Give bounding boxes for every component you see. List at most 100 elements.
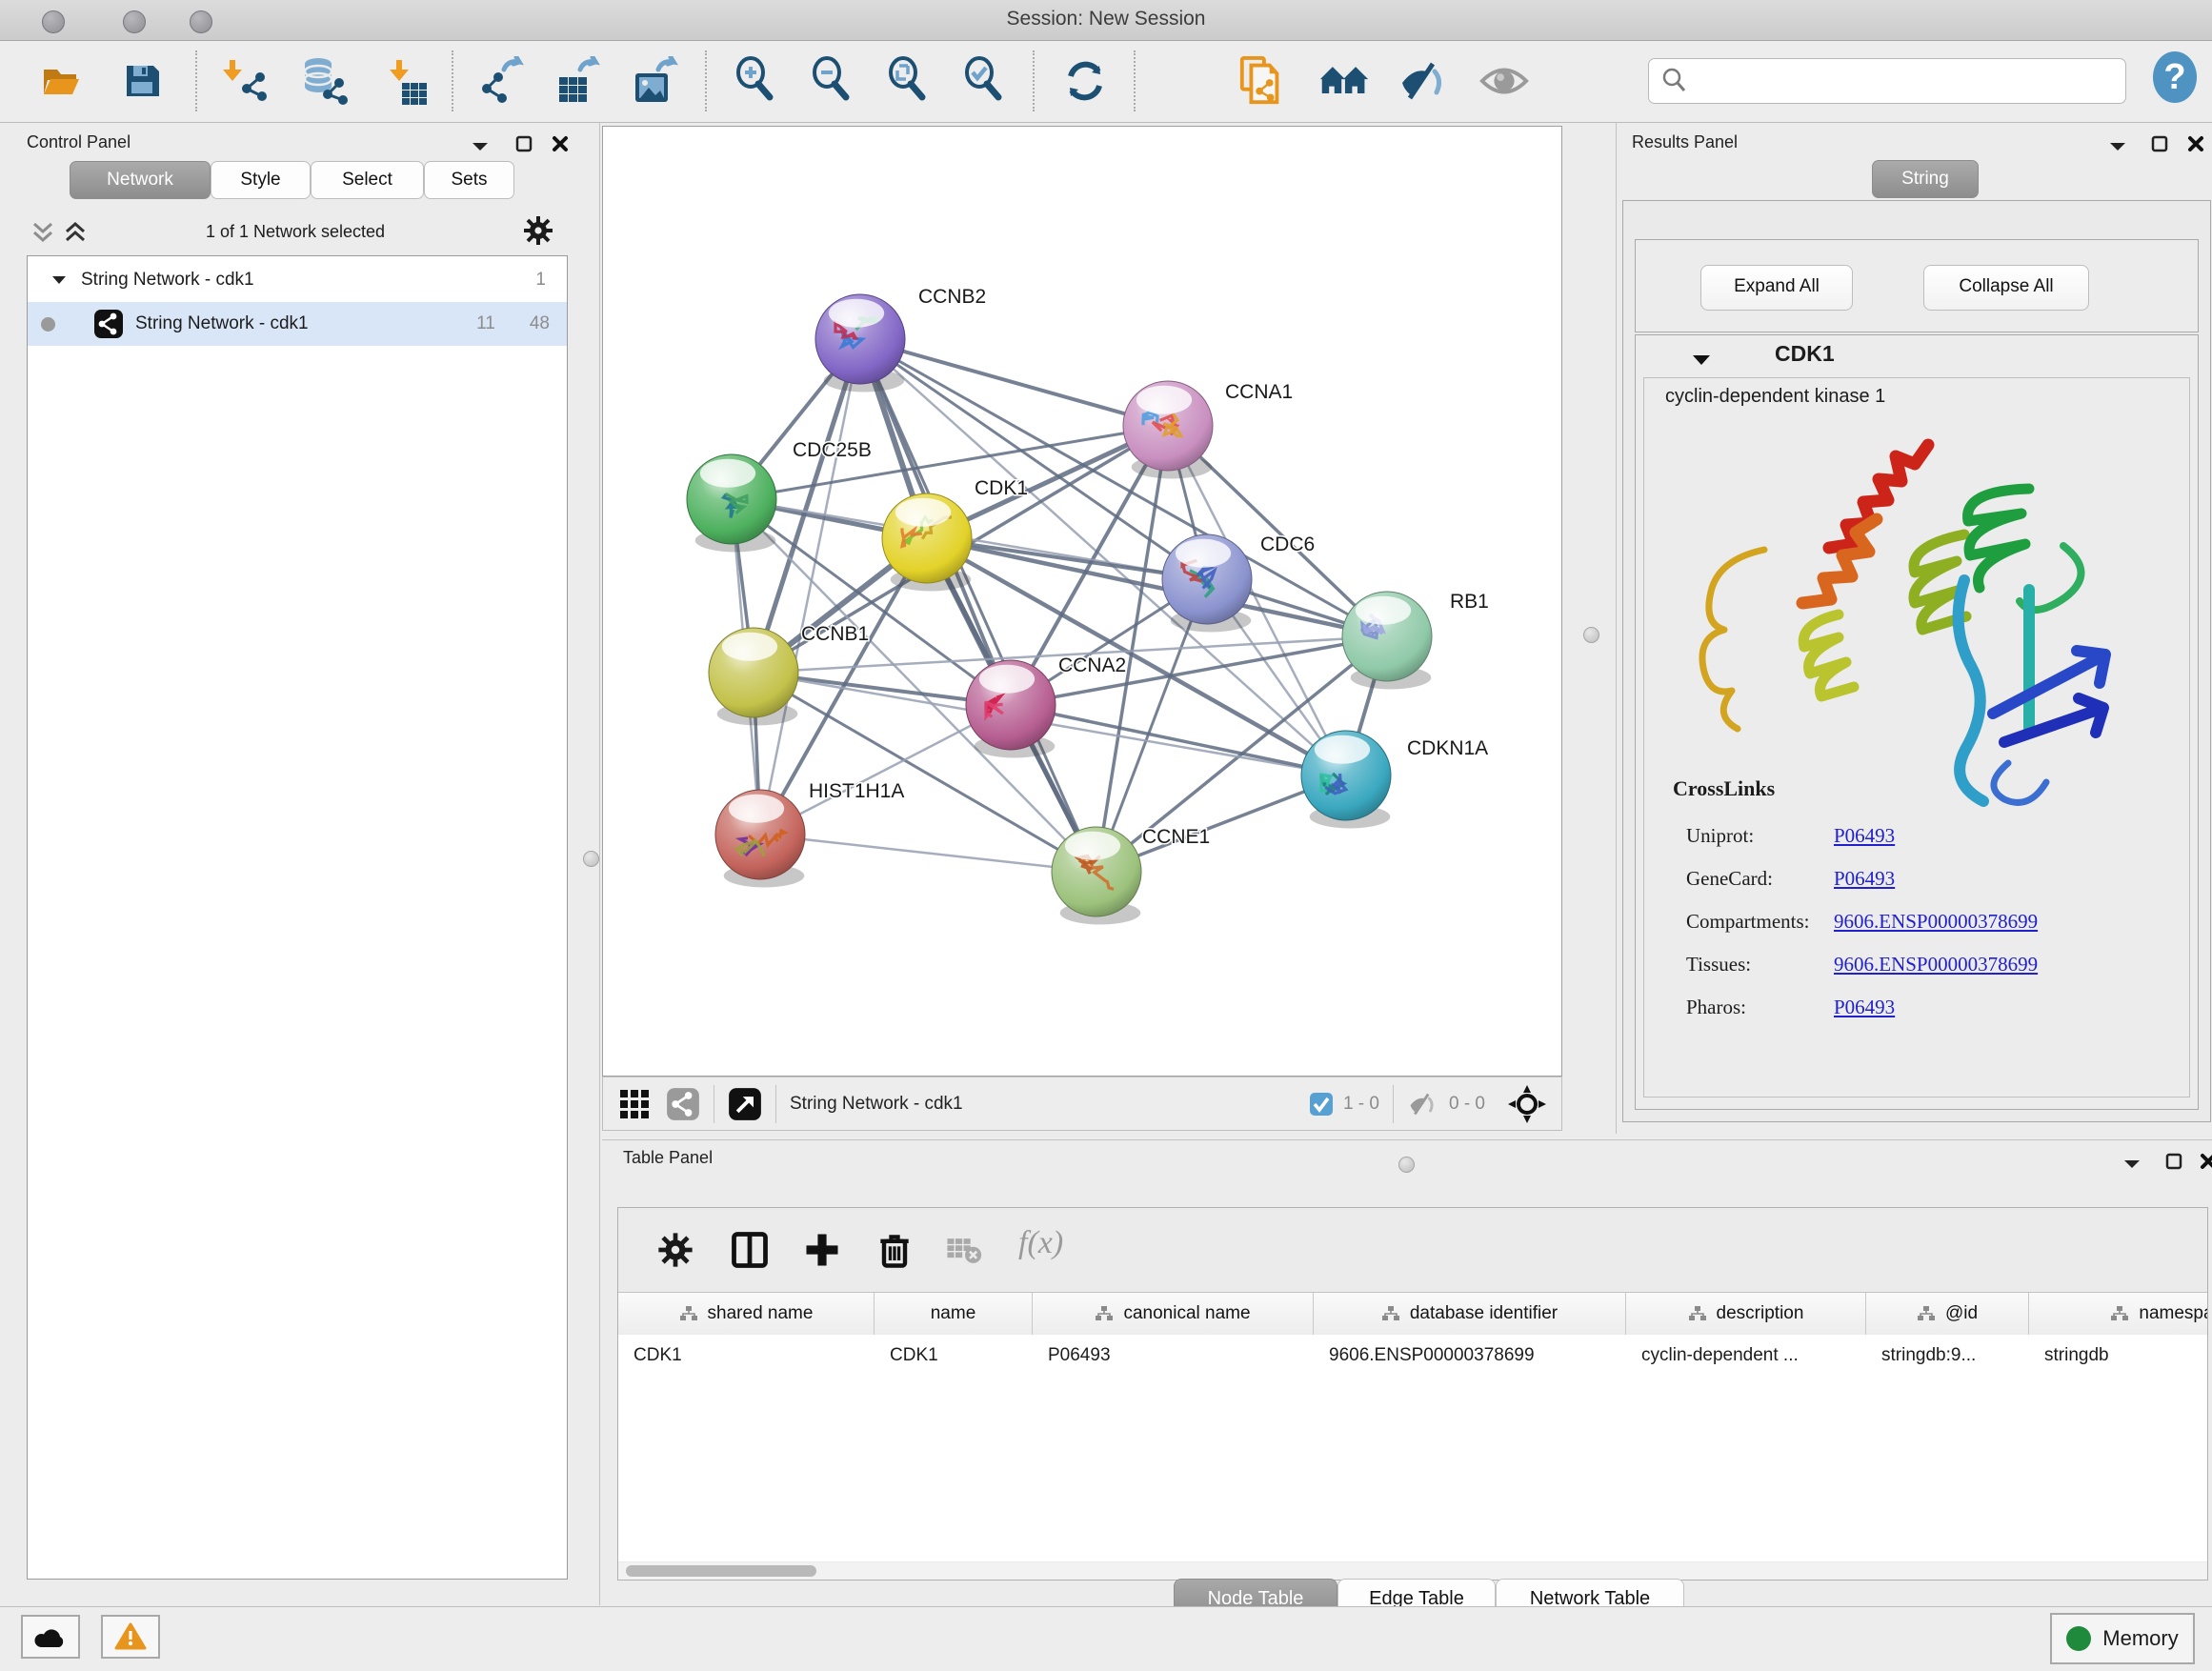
birds-eye-view-icon[interactable]	[728, 1087, 762, 1121]
hide-panel-button[interactable]	[1398, 54, 1450, 108]
network-node-ccnb2[interactable]	[815, 294, 905, 392]
warning-status-button[interactable]	[101, 1615, 160, 1659]
zoom-in-button[interactable]	[730, 54, 781, 108]
panel-close-icon[interactable]	[2186, 134, 2205, 153]
delete-column-icon[interactable]	[874, 1229, 915, 1271]
network-node-ccna1[interactable]	[1123, 381, 1213, 478]
network-edge[interactable]	[1011, 705, 1346, 775]
selected-nodes-checkbox[interactable]	[1309, 1092, 1334, 1117]
network-graph[interactable]: CCNB2CCNA1CDC25BCDK1CDC6RB1CCNB1CCNA2CDK…	[603, 127, 1561, 1076]
splitter-handle[interactable]	[1583, 627, 1599, 643]
export-image-button[interactable]	[629, 54, 680, 108]
table-cell[interactable]: stringdb:9...	[1866, 1335, 2029, 1377]
show-panel-button[interactable]	[1478, 54, 1530, 108]
table-cell[interactable]: P06493	[1033, 1335, 1314, 1377]
cloud-status-button[interactable]	[21, 1615, 80, 1659]
crosslink-value-link[interactable]: 9606.ENSP00000378699	[1834, 910, 2038, 934]
splitter-handle[interactable]	[1398, 1157, 1415, 1173]
network-canvas[interactable]: CCNB2CCNA1CDC25BCDK1CDC6RB1CCNB1CCNA2CDK…	[602, 126, 1562, 1077]
fit-selected-crosshair-icon[interactable]	[1506, 1083, 1548, 1125]
clone-network-button[interactable]	[1237, 54, 1288, 108]
refresh-button[interactable]	[1059, 54, 1111, 108]
search-input[interactable]	[1691, 70, 2125, 92]
column-header-database-identifier[interactable]: database identifier	[1314, 1293, 1626, 1335]
panel-float-icon[interactable]	[2164, 1152, 2183, 1171]
network-status-dot	[41, 317, 55, 332]
splitter-handle[interactable]	[583, 851, 599, 867]
network-edge[interactable]	[760, 835, 1096, 872]
network-node-ccne1[interactable]	[1052, 827, 1141, 924]
table-cell[interactable]: stringdb	[2029, 1335, 2207, 1377]
column-header-shared-name[interactable]: shared name	[618, 1293, 875, 1335]
network-collection-row[interactable]: String Network - cdk1 1	[28, 258, 567, 302]
import-table-button[interactable]	[379, 54, 431, 108]
add-column-icon[interactable]	[801, 1229, 843, 1271]
collapse-all-button[interactable]: Collapse All	[1923, 265, 2089, 311]
tab-string-results[interactable]: String	[1872, 160, 1979, 198]
panel-float-icon[interactable]	[514, 134, 533, 153]
table-cell[interactable]: CDK1	[875, 1335, 1033, 1377]
network-node-rb1[interactable]	[1342, 592, 1432, 689]
zoom-fit-button[interactable]	[882, 54, 934, 108]
panel-collapse-icon[interactable]	[2108, 140, 2127, 153]
export-network-button[interactable]	[476, 54, 528, 108]
tab-style[interactable]: Style	[211, 161, 311, 199]
column-tree-icon	[2110, 1305, 2129, 1322]
crosslink-value-link[interactable]: P06493	[1834, 867, 1895, 891]
panel-float-icon[interactable]	[2150, 134, 2169, 153]
gear-icon[interactable]	[522, 214, 554, 247]
gear-icon[interactable]	[656, 1231, 694, 1269]
hscrollbar-thumb[interactable]	[626, 1565, 816, 1577]
network-edge[interactable]	[760, 339, 860, 835]
zoom-out-button[interactable]	[806, 54, 857, 108]
network-node-cdkn1a[interactable]	[1301, 731, 1391, 828]
network-edge[interactable]	[860, 339, 1387, 636]
crosslink-value-link[interactable]: 9606.ENSP00000378699	[1834, 953, 2038, 976]
tab-select[interactable]: Select	[311, 161, 424, 199]
network-edge[interactable]	[732, 426, 1168, 499]
grid-view-icon[interactable]	[618, 1088, 651, 1120]
table-cell[interactable]: cyclin-dependent ...	[1626, 1335, 1866, 1377]
import-network-from-database-button[interactable]	[299, 54, 351, 108]
table-cell[interactable]: CDK1	[618, 1335, 875, 1377]
column-header-canonical-name[interactable]: canonical name	[1033, 1293, 1314, 1335]
column-header-namespace[interactable]: namespace	[2029, 1293, 2207, 1335]
panel-collapse-icon[interactable]	[471, 140, 490, 153]
network-edge[interactable]	[860, 339, 1168, 426]
table-row[interactable]: CDK1CDK1P064939606.ENSP00000378699cyclin…	[618, 1335, 2207, 1377]
panel-collapse-icon[interactable]	[2122, 1158, 2142, 1171]
open-session-button[interactable]	[34, 54, 86, 108]
tab-sets[interactable]: Sets	[424, 161, 514, 199]
export-table-button[interactable]	[553, 54, 604, 108]
zoom-selected-button[interactable]	[958, 54, 1010, 108]
network-node-hist1h1a[interactable]	[715, 790, 805, 887]
network-node-cdc25b[interactable]	[687, 454, 776, 552]
column-header-description[interactable]: description	[1626, 1293, 1866, 1335]
tree-expand-icon[interactable]	[50, 273, 68, 287]
panel-close-icon[interactable]	[2199, 1152, 2212, 1171]
expand-all-button[interactable]: Expand All	[1700, 265, 1853, 311]
save-session-button[interactable]	[116, 54, 168, 108]
network-node-cdc6[interactable]	[1162, 534, 1252, 632]
network-edge[interactable]	[927, 538, 1387, 636]
network-node-cdk1[interactable]	[882, 493, 972, 591]
network-row[interactable]: String Network - cdk1 11 48	[28, 302, 567, 346]
crosslink-value-link[interactable]: P06493	[1834, 824, 1895, 848]
import-network-button[interactable]	[221, 54, 272, 108]
home-networks-button[interactable]	[1318, 54, 1370, 108]
network-node-ccnb1[interactable]	[709, 628, 798, 725]
column-header-name[interactable]: name	[875, 1293, 1033, 1335]
entry-collapse-icon[interactable]	[1691, 352, 1712, 368]
table-hscrollbar[interactable]	[618, 1562, 2207, 1580]
table-cell[interactable]: 9606.ENSP00000378699	[1314, 1335, 1626, 1377]
show-columns-icon[interactable]	[729, 1229, 771, 1271]
string-style-icon[interactable]	[666, 1087, 700, 1121]
network-node-ccna2[interactable]	[966, 660, 1056, 757]
column-header--id[interactable]: @id	[1866, 1293, 2029, 1335]
column-label: name	[931, 1303, 976, 1324]
memory-button[interactable]: Memory	[2050, 1613, 2195, 1664]
help-button[interactable]: ?	[2149, 50, 2201, 104]
crosslink-value-link[interactable]: P06493	[1834, 996, 1895, 1019]
tab-network[interactable]: Network	[70, 161, 211, 199]
panel-close-icon[interactable]	[551, 134, 570, 153]
